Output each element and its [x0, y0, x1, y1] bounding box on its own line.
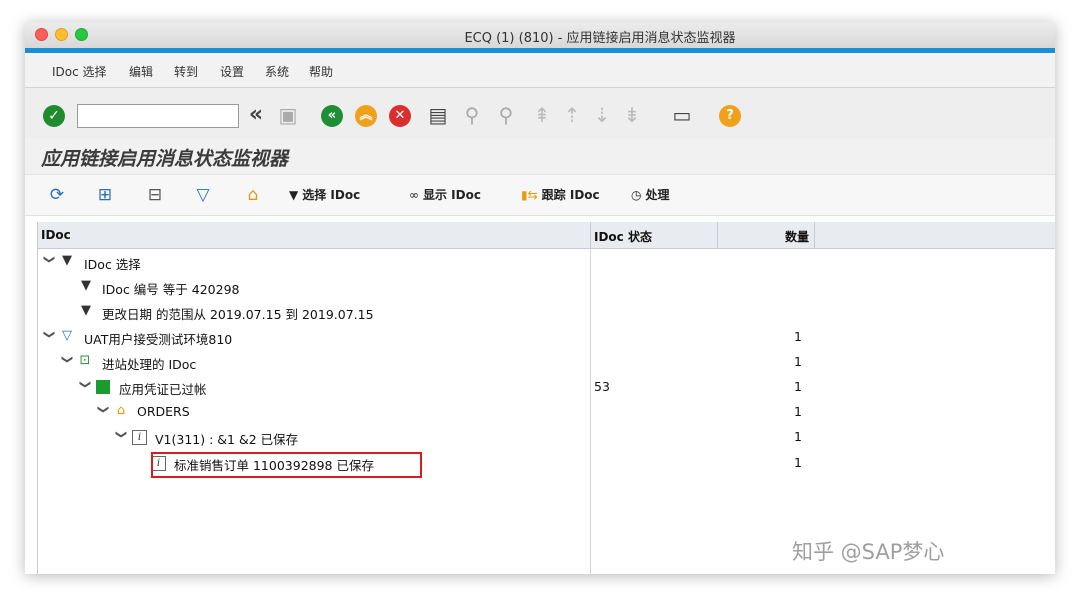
- title-bar: ECQ (1) (810) - 应用链接启用消息状态监视器: [25, 22, 1055, 48]
- header-idoc[interactable]: IDoc: [41, 228, 71, 242]
- tree-row[interactable]: ❯ ▽ UAT用户接受测试环境810 1: [38, 324, 1055, 349]
- chevron-down-icon[interactable]: ❯: [43, 255, 56, 264]
- print-icon[interactable]: ▤: [425, 102, 451, 128]
- header-status[interactable]: IDoc 状态: [594, 228, 652, 245]
- column-divider: [814, 222, 815, 248]
- display-idoc-button[interactable]: ∞ 显示 IDoc: [409, 186, 481, 203]
- header-count[interactable]: 数量: [785, 228, 809, 245]
- help-icon[interactable]: ?: [719, 105, 741, 127]
- trace-idoc-button[interactable]: ▮⇆ 跟踪 IDoc: [521, 186, 600, 203]
- filter-icon: ▼: [81, 278, 91, 293]
- menu-idoc-select[interactable]: IDoc 选择: [52, 63, 107, 80]
- expand-command-icon[interactable]: «: [243, 102, 269, 128]
- app-window: ECQ (1) (810) - 应用链接启用消息状态监视器 IDoc 选择 编辑…: [25, 22, 1055, 574]
- chevron-down-icon[interactable]: ❯: [79, 380, 92, 389]
- tree-row[interactable]: ▼ 更改日期 的范围从 2019.07.15 到 2019.07.15: [38, 299, 1055, 324]
- select-idoc-button[interactable]: ▼ 选择 IDoc: [289, 186, 360, 203]
- filter-icon: ▼: [289, 188, 299, 202]
- trace-icon: ▮⇆: [521, 188, 538, 202]
- chevron-down-icon[interactable]: ❯: [43, 330, 56, 339]
- save-icon[interactable]: ▣: [275, 102, 301, 128]
- tree-row[interactable]: ❯ ⊡ 进站处理的 IDoc 1: [38, 349, 1055, 374]
- find-next-icon[interactable]: ⚲: [493, 102, 519, 128]
- system-icon: ▽: [62, 328, 72, 343]
- chevron-down-icon[interactable]: ❯: [115, 430, 128, 439]
- menu-settings[interactable]: 设置: [220, 63, 244, 80]
- idoc-tree-table: IDoc IDoc 状态 数量 ❯ ▼ IDoc 选择 ▼ IDoc 编号 等于…: [37, 222, 1055, 574]
- first-page-icon[interactable]: ⇞: [529, 102, 555, 128]
- window-title: ECQ (1) (810) - 应用链接启用消息状态监视器: [464, 31, 736, 46]
- inbound-icon: ⊡: [79, 353, 91, 368]
- column-divider: [590, 222, 591, 248]
- filter-icon: ▼: [62, 253, 72, 268]
- tree-row[interactable]: ❯ i V1(311) : &1 &2 已保存 1: [38, 424, 1055, 449]
- process-button[interactable]: ◷ 处理: [631, 186, 670, 203]
- highlight-box: [151, 452, 422, 478]
- cancel-icon[interactable]: ✕: [389, 105, 411, 127]
- tree-row[interactable]: ❯ ⌂ ORDERS 1: [38, 399, 1055, 424]
- document-icon: ⌂: [116, 403, 126, 418]
- filter-icon: ▼: [81, 303, 91, 318]
- table-header: IDoc IDoc 状态 数量: [38, 222, 1055, 249]
- document-icon[interactable]: ⌂: [241, 183, 265, 207]
- find-icon[interactable]: ⚲: [459, 102, 485, 128]
- glasses-icon: ∞: [409, 188, 419, 202]
- menu-system[interactable]: 系统: [265, 63, 289, 80]
- tree-row[interactable]: ❯ 应用凭证已过帐 53 1: [38, 374, 1055, 399]
- watermark: 知乎 @SAP梦心: [792, 540, 945, 564]
- page-title: 应用链接启用消息状态监视器: [41, 148, 289, 170]
- system-icon[interactable]: ▽: [191, 183, 215, 207]
- status-green-icon: [96, 380, 110, 394]
- application-toolbar: ⟳ ⊞ ⊟ ▽ ⌂ ▼ 选择 IDoc ∞ 显示 IDoc ▮⇆ 跟踪 IDoc ◷ 处…: [25, 174, 1055, 216]
- create-session-icon[interactable]: ▭: [669, 102, 695, 128]
- chevron-down-icon[interactable]: ❯: [97, 405, 110, 414]
- process-clock-icon: ◷: [631, 188, 642, 202]
- next-page-icon[interactable]: ⇣: [589, 102, 615, 128]
- menu-goto[interactable]: 转到: [174, 63, 198, 80]
- menu-help[interactable]: 帮助: [309, 63, 333, 80]
- expand-all-icon[interactable]: ⊞: [93, 183, 117, 207]
- application-title-area: 应用链接启用消息状态监视器: [25, 138, 1055, 174]
- tree-row[interactable]: ❯ ▼ IDoc 选择: [38, 249, 1055, 274]
- last-page-icon[interactable]: ⇟: [619, 102, 645, 128]
- menu-bar: IDoc 选择 编辑 转到 设置 系统 帮助: [25, 53, 1055, 88]
- tree-row[interactable]: ▼ IDoc 编号 等于 420298: [38, 274, 1055, 299]
- back-icon[interactable]: «: [321, 105, 343, 127]
- collapse-all-icon[interactable]: ⊟: [143, 183, 167, 207]
- standard-toolbar: ✓ « ▣ « ︽ ✕ ▤ ⚲ ⚲ ⇞ ⇡ ⇣ ⇟ ▭ ?: [25, 88, 1055, 138]
- menu-edit[interactable]: 编辑: [129, 63, 153, 80]
- info-icon: i: [132, 430, 147, 445]
- command-field[interactable]: [77, 104, 239, 128]
- column-divider: [717, 222, 718, 248]
- chevron-down-icon[interactable]: ❯: [61, 355, 74, 364]
- exit-icon[interactable]: ︽: [355, 105, 377, 127]
- previous-page-icon[interactable]: ⇡: [559, 102, 585, 128]
- refresh-icon[interactable]: ⟳: [45, 183, 69, 207]
- enter-check-icon[interactable]: ✓: [43, 105, 65, 127]
